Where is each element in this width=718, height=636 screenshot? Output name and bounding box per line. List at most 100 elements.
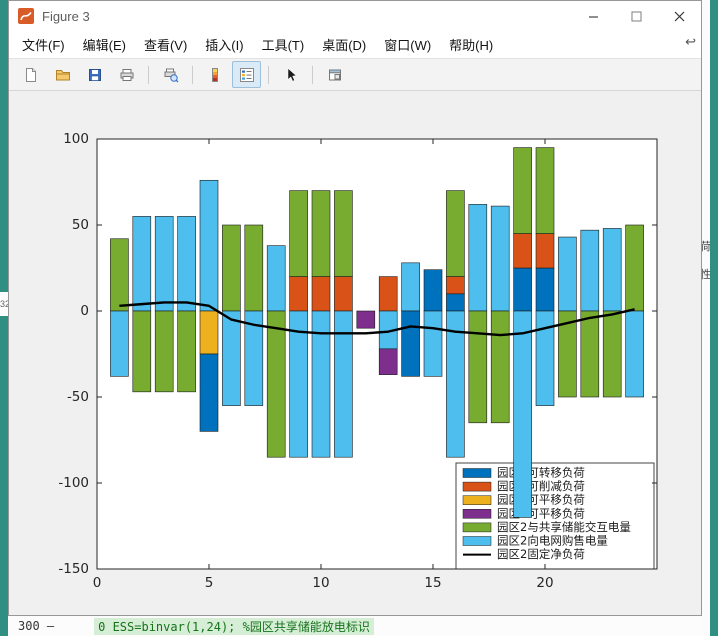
- menu-overflow-icon[interactable]: ↩: [685, 34, 696, 50]
- bar-segment: [401, 262, 420, 312]
- bar-segment: [513, 310, 532, 518]
- bar-segment: [311, 190, 331, 277]
- bar-segment: [602, 228, 622, 312]
- edit-plot-button[interactable]: [276, 61, 305, 88]
- open-file-button[interactable]: [48, 61, 77, 88]
- menu-desktop[interactable]: 桌面(D): [313, 31, 375, 58]
- insert-colorbar-button[interactable]: [200, 61, 229, 88]
- open-folder-icon: [55, 69, 70, 80]
- legend-swatch: [462, 495, 492, 505]
- menu-view[interactable]: 查看(V): [135, 31, 196, 58]
- x-tick-label: 20: [536, 575, 553, 591]
- legend-icon: [239, 67, 254, 82]
- menu-file[interactable]: 文件(F): [13, 31, 74, 58]
- background-line-number: 32: [0, 292, 8, 316]
- x-tick-label: 0: [93, 575, 102, 591]
- bar-segment: [132, 216, 152, 312]
- legend-label: 园区2可转移负荷: [497, 466, 585, 480]
- menu-edit[interactable]: 编辑(E): [74, 31, 135, 58]
- menu-tools[interactable]: 工具(T): [253, 31, 314, 58]
- x-tick-label: 15: [424, 575, 441, 591]
- bar-segment: [513, 267, 532, 312]
- bar-segment: [177, 310, 196, 393]
- bar-segment: [625, 310, 644, 398]
- new-figure-button[interactable]: [16, 61, 45, 88]
- legend-swatch: [462, 522, 492, 533]
- x-tick-label: 5: [205, 575, 214, 591]
- legend-label: 园区2可削减负荷: [497, 479, 585, 493]
- code-line-number: 300 —: [18, 619, 55, 633]
- y-tick-label: -50: [67, 389, 89, 405]
- bar-segment: [244, 224, 264, 312]
- bar-segment: [490, 205, 510, 312]
- background-text-fragment: 性: [702, 269, 710, 281]
- toolbar-separator: [268, 65, 269, 84]
- bar-segment: [468, 310, 488, 424]
- bar-segment: [513, 147, 532, 234]
- bar-segment: [199, 310, 219, 355]
- bar-segment: [580, 229, 600, 312]
- legend-label: 园区2可平移负荷: [497, 493, 585, 507]
- minimize-button[interactable]: [572, 1, 615, 31]
- bar-segment: [446, 293, 465, 312]
- legend-label: 园区2向电网购售电量: [497, 534, 608, 548]
- bar-segment: [356, 310, 376, 329]
- dock-window-icon: [328, 69, 341, 80]
- legend-label: 园区2可平移负荷: [497, 506, 585, 520]
- menu-bar: 文件(F) 编辑(E) 查看(V) 插入(I) 工具(T) 桌面(D) 窗口(W…: [9, 31, 701, 59]
- matlab-figure-icon: [18, 8, 34, 24]
- y-tick-label: 50: [72, 217, 89, 233]
- bar-segment: [535, 310, 555, 406]
- bar-segment: [110, 310, 129, 377]
- legend-swatch: [462, 481, 492, 492]
- bar-segment: [222, 224, 241, 312]
- save-floppy-icon: [88, 68, 101, 81]
- bar-segment: [289, 190, 308, 277]
- bar-segment: [266, 310, 286, 458]
- figure-window: Figure 3 文件(F) 编辑(E) 查看(V) 插入(I) 工具(T) 桌…: [8, 0, 702, 616]
- print-preview-button[interactable]: [156, 61, 185, 88]
- bar-segment: [199, 179, 219, 312]
- bar-segment: [580, 310, 600, 398]
- bar-segment: [558, 236, 577, 312]
- bar-segment: [490, 310, 510, 424]
- x-tick-label: 10: [312, 575, 329, 591]
- print-figure-button[interactable]: [112, 61, 141, 88]
- print-preview-icon: [164, 68, 178, 82]
- bar-segment: [513, 233, 532, 269]
- menu-help[interactable]: 帮助(H): [440, 31, 502, 58]
- title-bar[interactable]: Figure 3: [9, 1, 701, 31]
- toolbar-separator: [148, 65, 149, 84]
- maximize-button[interactable]: [615, 1, 658, 31]
- background-text-fragment: 荷: [702, 241, 710, 253]
- bar-segment: [334, 190, 353, 277]
- menu-insert[interactable]: 插入(I): [196, 31, 252, 58]
- bar-segment: [266, 245, 286, 312]
- background-editor-sliver-right: 荷 性: [702, 0, 710, 636]
- window-controls: [572, 1, 701, 31]
- legend-label: 园区2固定净负荷: [497, 547, 585, 561]
- close-button[interactable]: [658, 1, 701, 31]
- bar-segment: [177, 216, 196, 312]
- legend-swatch: [462, 536, 492, 546]
- y-tick-label: -100: [58, 475, 89, 491]
- legend-label: 园区2与共享储能交互电量: [497, 520, 631, 534]
- bar-segment: [625, 224, 644, 312]
- bar-segment: [378, 276, 398, 312]
- menu-window[interactable]: 窗口(W): [375, 31, 440, 58]
- insert-legend-button[interactable]: [232, 61, 261, 88]
- bar-segment: [535, 147, 555, 234]
- figure-toolbar: [9, 59, 701, 91]
- bar-segment: [535, 267, 555, 312]
- bar-segment: [423, 269, 443, 312]
- figure-canvas-area: 园区2可转移负荷 园区2可削减负荷 园区2可平移负荷 园区2可平移负荷 园区2与共享储能…: [9, 91, 701, 615]
- bar-segment: [154, 310, 174, 393]
- bar-segment: [154, 216, 174, 312]
- legend-swatch: [462, 468, 492, 478]
- toolbar-separator: [192, 65, 193, 84]
- window-title: Figure 3: [42, 8, 90, 24]
- bar-segment: [378, 348, 398, 375]
- cursor-arrow-icon: [287, 67, 297, 82]
- save-figure-button[interactable]: [80, 61, 109, 88]
- dock-figure-button[interactable]: [320, 61, 349, 88]
